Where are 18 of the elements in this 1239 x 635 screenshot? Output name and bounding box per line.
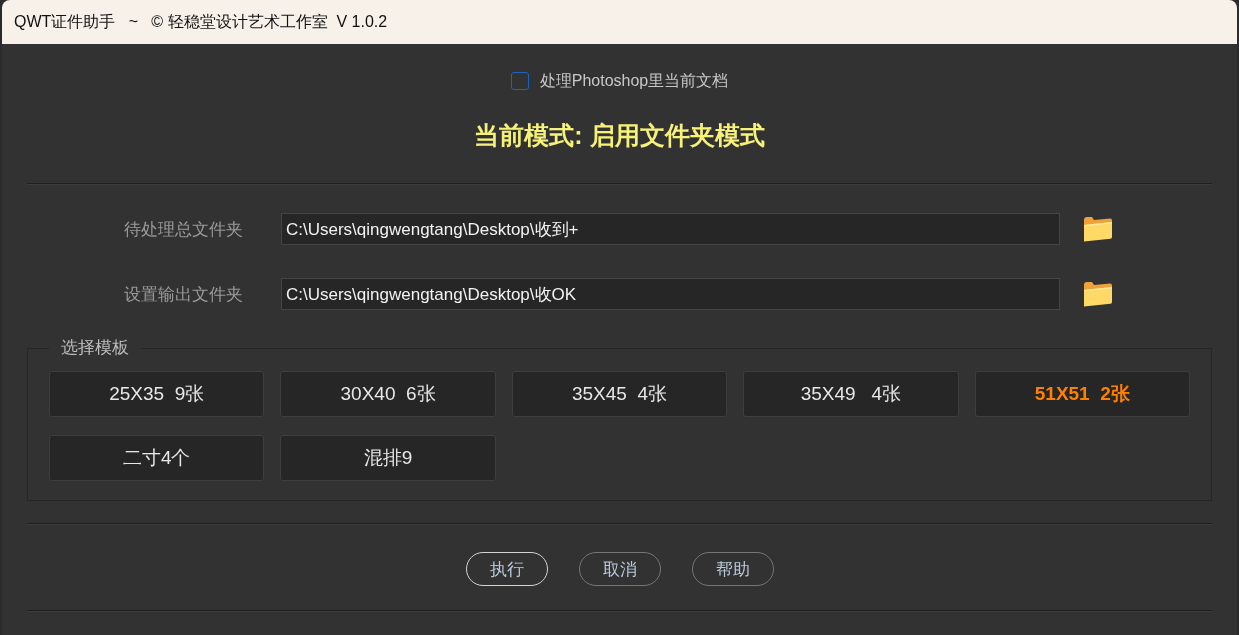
field-label: 待处理总文件夹	[123, 217, 243, 241]
folder-icon[interactable]	[1083, 216, 1113, 242]
template-button[interactable]: 35X45 4张	[511, 371, 728, 417]
folder-icon[interactable]	[1083, 281, 1113, 307]
template-button[interactable]: 30X40 6张	[280, 371, 496, 417]
template-button[interactable]: 25X35 9张	[49, 371, 265, 417]
checkbox[interactable]	[510, 72, 529, 90]
path-field[interactable]: C:\Users\qingwengtang\Desktop\收OK	[281, 278, 1060, 310]
checkbox-label: 处理Photoshop里当前文档	[539, 70, 729, 91]
template-button[interactable]: 混排9	[280, 435, 496, 481]
mode-heading: 当前模式: 启用文件夹模式	[474, 120, 765, 150]
field-label: 设置输出文件夹	[123, 282, 243, 306]
template-button[interactable]: 35X49 4张	[743, 371, 959, 417]
template-button[interactable]: 二寸4个	[49, 435, 265, 481]
window-title: QWT证件助手 ~ © 轻稳堂设计艺术工作室 V 1.0.2	[14, 11, 388, 32]
template-button[interactable]: 51X51 2张	[974, 371, 1190, 417]
group-label: 选择模板	[60, 338, 130, 358]
path-field[interactable]: C:\Users\qingwengtang\Desktop\收到+	[281, 213, 1060, 245]
